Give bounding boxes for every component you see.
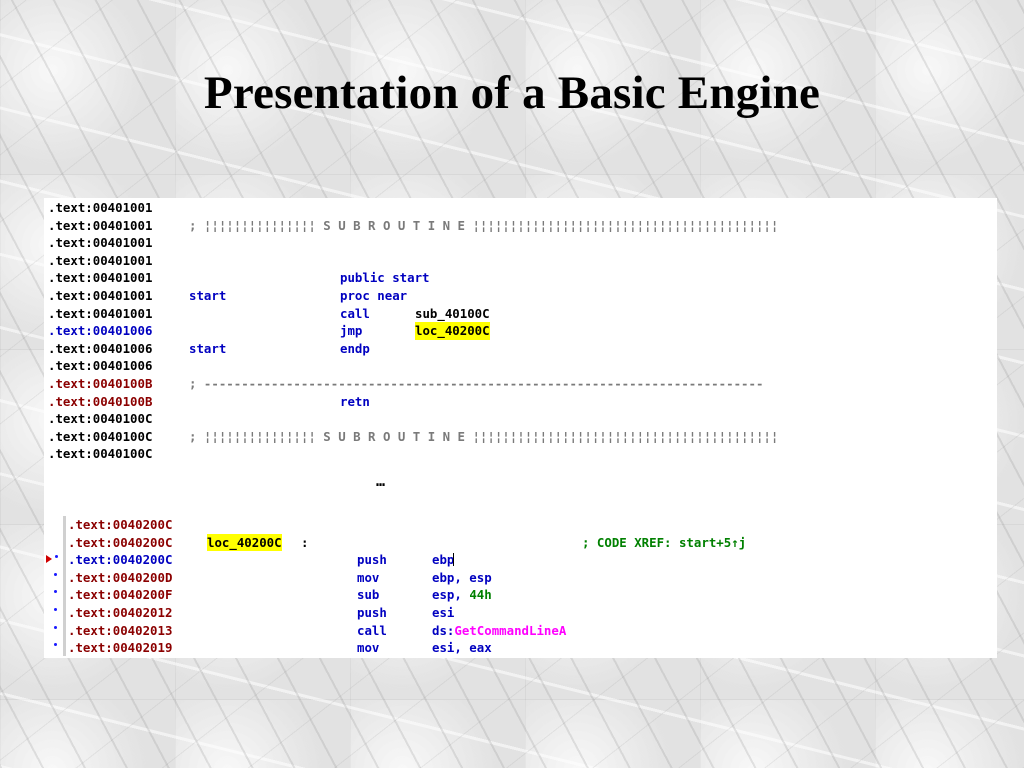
operand-extra: GetCommandLineA [454, 622, 567, 638]
mnemonic: public start [340, 270, 430, 286]
separator-comment: ; ¦¦¦¦¦¦¦¦¦¦¦¦¦¦¦ S U B R O U T I N E ¦¦… [189, 217, 779, 233]
label-colon: : [301, 534, 309, 550]
disassembly-panel-bottom[interactable]: … .text:0040200C .text:0040200C loc_40200C… [44, 464, 997, 658]
breakpoint-dot-icon[interactable] [54, 643, 57, 647]
address: .text:00401001 [48, 288, 153, 303]
address: .text:00401001 [48, 200, 153, 215]
disasm-line[interactable]: .text:00401006 [48, 357, 988, 375]
mnemonic: call [340, 305, 370, 321]
separator-comment: ; ¦¦¦¦¦¦¦¦¦¦¦¦¦¦¦ S U B R O U T I N E ¦¦… [189, 428, 779, 444]
label-name: loc_40200C [207, 533, 282, 552]
disasm-line[interactable]: .text:0040200D mov ebp, esp [68, 569, 988, 587]
address: .text:00401001 [48, 235, 153, 251]
mnemonic: jmp [340, 323, 363, 339]
breakpoint-dot-icon[interactable] [54, 608, 57, 611]
disasm-line[interactable]: .text:0040200C [68, 516, 988, 534]
disasm-line[interactable]: .text:00402013 call ds:GetCommandLineA [68, 622, 988, 640]
disasm-line[interactable]: .text:00401001 [48, 252, 988, 270]
disasm-line[interactable]: .text:0040200C loc_40200C: ; CODE XREF: st… [68, 533, 988, 552]
disasm-line[interactable]: .text:00401006 jmp loc_40200C [48, 322, 988, 340]
mnemonic: call [357, 622, 387, 638]
operand: loc_40200C [415, 322, 490, 340]
address: .text:00401001 [48, 270, 153, 286]
disasm-line[interactable]: .text:00401001 ; ¦¦¦¦¦¦¦¦¦¦¦¦¦¦¦ S U B R … [48, 217, 988, 235]
breakpoint-dot-icon[interactable] [54, 572, 57, 576]
mnemonic: sub [357, 587, 380, 603]
address: .text:0040200C [68, 517, 173, 532]
xref-comment: ; CODE XREF: start+5↑j [582, 534, 747, 550]
address: .text:0040200C [68, 534, 173, 550]
operand: esp, 44h [432, 587, 492, 603]
disasm-line[interactable]: .text:0040100C [48, 410, 988, 428]
disasm-line[interactable]: .text:00401001 [48, 199, 988, 217]
address: .text:00401001 [48, 217, 153, 233]
omitted-code-ellipsis: … [376, 472, 386, 490]
disasm-line[interactable]: .text:00402019 mov esi, eax [68, 639, 988, 657]
address: .text:0040200D [68, 569, 173, 585]
disasm-line[interactable]: .text:00401001 start proc near [48, 287, 988, 305]
label-name: start [189, 340, 227, 356]
disasm-line[interactable]: .text:0040200C push ebp [68, 551, 988, 569]
address: .text:0040100C [48, 411, 153, 427]
text-cursor [453, 553, 455, 567]
label-name: start [189, 288, 227, 303]
breakpoint-dot-icon[interactable] [54, 590, 57, 594]
gutter-divider [63, 516, 66, 656]
disasm-line[interactable]: .text:0040100C ; ¦¦¦¦¦¦¦¦¦¦¦¦¦¦¦ S U B R … [48, 428, 988, 446]
address: .text:00402013 [68, 622, 173, 638]
mnemonic: mov [357, 640, 380, 656]
disasm-line[interactable]: .text:00401006 start endp [48, 340, 988, 358]
operand: ebp, esp [432, 569, 492, 585]
operand: sub_40100C [415, 305, 490, 321]
disasm-line[interactable]: .text:0040100C [48, 445, 988, 463]
mnemonic: retn [340, 393, 370, 409]
mnemonic: proc near [340, 288, 408, 303]
address: .text:0040100B [48, 376, 153, 391]
address: .text:0040100C [48, 446, 153, 462]
address: .text:00401006 [48, 340, 153, 356]
address: .text:0040100B [48, 393, 153, 409]
slide-title: Presentation of a Basic Engine [203, 67, 821, 119]
disasm-line[interactable]: .text:0040200F sub esp, 44h [68, 586, 988, 604]
address: .text:00401006 [48, 358, 153, 374]
disassembly-panel-top[interactable]: .text:00401001 .text:00401001; ¦¦¦¦¦¦¦¦¦¦… [44, 198, 997, 464]
separator-comment: ; --------------------------------------… [189, 376, 764, 391]
mnemonic: push [357, 605, 387, 620]
address: .text:0040100C [48, 428, 153, 444]
breakpoint-dot-icon[interactable] [54, 625, 57, 629]
address: .text:00402012 [68, 605, 173, 620]
mnemonic: mov [357, 569, 380, 585]
disasm-line[interactable]: .text:0040100B ; ------------------------… [48, 375, 988, 393]
breakpoint-dot-icon[interactable] [55, 555, 58, 559]
disasm-line[interactable]: .text:0040100B retn [48, 393, 988, 411]
disasm-line[interactable]: .text:00402012 push esi [68, 604, 988, 622]
address: .text:0040200F [68, 587, 173, 603]
operand: esi [432, 605, 455, 620]
disasm-line[interactable]: .text:00401001 public start [48, 269, 988, 287]
disasm-line[interactable]: .text:00401001 [48, 234, 988, 252]
current-instruction-arrow-icon [46, 555, 52, 564]
disasm-line[interactable]: .text:00401001 call sub_40100C [48, 305, 988, 323]
address: .text:00401006 [48, 323, 153, 339]
address: .text:00401001 [48, 305, 153, 321]
operand-extra: 44h [469, 587, 492, 603]
operand: ds:GetCommandLineA [432, 622, 567, 638]
address: .text:0040200C [68, 552, 173, 568]
address: .text:00401001 [48, 252, 153, 268]
mnemonic: push [357, 552, 387, 568]
operand: esi, eax [432, 640, 492, 656]
operand: ebp [432, 552, 455, 568]
address: .text:00402019 [68, 640, 173, 656]
mnemonic: endp [340, 340, 370, 356]
